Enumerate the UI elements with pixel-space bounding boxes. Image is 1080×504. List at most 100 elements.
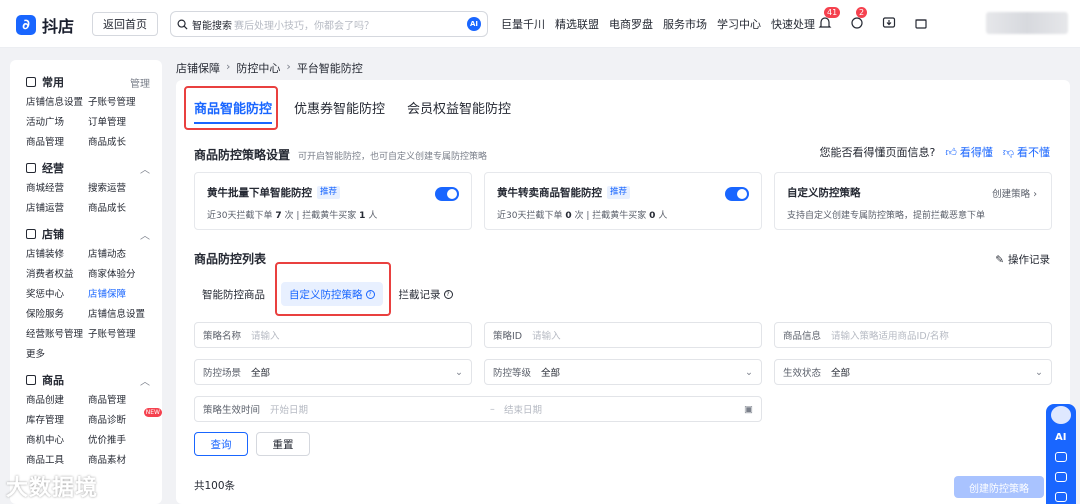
home-button[interactable]: 返回首页: [92, 12, 158, 36]
sidebar-item[interactable]: 奖惩中心: [26, 288, 88, 302]
desc-label: 拦截黄牛买家: [592, 211, 647, 221]
sidebar-item[interactable]: 店铺运营: [26, 202, 88, 216]
subtab-intercept-records[interactable]: 拦截记录?: [391, 282, 461, 306]
field-placeholder: 请输入: [251, 331, 280, 342]
operation-log-button[interactable]: ✎ 操作记录: [995, 252, 1050, 267]
subtab-smart-goods[interactable]: 智能防控商品: [194, 282, 273, 306]
ai-robot-avatar[interactable]: [1049, 404, 1073, 426]
desc-label: 近30天拦截下单: [207, 211, 273, 221]
sidebar-item[interactable]: 商家体验分: [88, 268, 150, 282]
breadcrumb-current: 平台智能防控: [296, 62, 363, 75]
sidebar-item[interactable]: 商品工具: [26, 454, 88, 468]
sidebar-item[interactable]: 商品创建: [26, 394, 88, 408]
card-title: 黄牛批量下单智能防控: [207, 187, 312, 199]
sidebar-item[interactable]: 店铺装修: [26, 248, 88, 262]
chevron-up-icon[interactable]: ︿: [140, 227, 150, 242]
bell-icon[interactable]: 41: [816, 7, 841, 32]
download-icon[interactable]: [880, 14, 898, 32]
sidebar-item[interactable]: 商城经营: [26, 182, 88, 196]
sidebar-item[interactable]: 店铺信息设置: [26, 96, 88, 110]
reset-button[interactable]: 重置: [256, 432, 310, 456]
sidebar-item[interactable]: 商品成长: [88, 202, 150, 216]
nav-compass[interactable]: 电商罗盘: [609, 16, 653, 32]
strategy-id-input[interactable]: 策略ID 请输入: [484, 322, 762, 348]
subtab-label: 拦截记录: [398, 288, 441, 301]
card-desc: 近30天拦截下单 7 次 | 拦截黄牛买家 1 人: [207, 208, 459, 221]
sidebar-item[interactable]: 子账号管理: [88, 96, 150, 110]
status-select[interactable]: 生效状态 全部 ⌄: [774, 359, 1052, 385]
desc-unit: 次: [284, 211, 294, 221]
tab-member-protection[interactable]: 会员权益智能防控: [407, 94, 511, 124]
ai-search-icon[interactable]: AI: [467, 17, 481, 31]
sidebar-item[interactable]: 商机中心: [26, 434, 88, 448]
feedback: 您能否看得懂页面信息? 👍︎ 看得懂 👎︎ 看不懂: [819, 144, 1050, 160]
section-title: 经营: [42, 162, 64, 175]
sidebar-item[interactable]: 活动广场: [26, 116, 88, 130]
sidebar-item[interactable]: 保险服务: [26, 308, 88, 322]
field-label: 防控场景: [203, 368, 242, 379]
sidebar-item[interactable]: 商品成长: [88, 136, 150, 150]
desc-unit: 次: [574, 211, 584, 221]
edit-icon: ✎: [995, 253, 1004, 266]
nav-alliance[interactable]: 精选联盟: [555, 16, 599, 32]
sidebar-item[interactable]: 商品素材: [88, 454, 150, 468]
thumbs-down-icon: 👎︎: [1002, 145, 1014, 159]
sidebar-item[interactable]: 消费者权益: [26, 268, 88, 282]
sidebar-item[interactable]: 优价推手: [88, 434, 150, 448]
sidebar-item[interactable]: 商品管理: [26, 136, 88, 150]
strategy-card-resale: 黄牛转卖商品智能防控 推荐 近30天拦截下单 0 次 | 拦截黄牛买家 0 人: [484, 172, 762, 230]
level-select[interactable]: 防控等级 全部 ⌄: [484, 359, 762, 385]
manage-link[interactable]: 管理: [130, 75, 150, 90]
create-strategy-link[interactable]: 创建策略 ›: [992, 186, 1037, 200]
breadcrumb: 店铺保障 › 防控中心 › 平台智能防控: [176, 60, 363, 76]
store-icon[interactable]: [912, 14, 930, 32]
nav-learning[interactable]: 学习中心: [717, 16, 761, 32]
sidebar: 常用 管理 店铺信息设置 子账号管理 活动广场 订单管理 商品管理 商品成长 经…: [10, 60, 162, 504]
strategy-title: 商品防控策略设置: [194, 148, 291, 162]
sidebar-item[interactable]: 店铺动态: [88, 248, 150, 262]
section-title: 常用: [42, 76, 64, 89]
nav-qianchuan[interactable]: 巨量千川: [501, 16, 545, 32]
batch-protection-toggle[interactable]: [435, 187, 459, 201]
nav-market[interactable]: 服务市场: [663, 16, 707, 32]
sidebar-item-more[interactable]: 更多: [26, 348, 88, 362]
create-strategy-button[interactable]: 创建防控策略: [954, 476, 1044, 498]
sidebar-item[interactable]: 子账号管理: [88, 328, 150, 342]
headset-icon[interactable]: [1055, 452, 1067, 462]
nav-quick[interactable]: 快速处理: [771, 16, 815, 32]
sidebar-item[interactable]: 商品诊断 NEW: [88, 408, 162, 428]
resale-protection-toggle[interactable]: [725, 187, 749, 201]
message-icon[interactable]: 2: [848, 7, 868, 32]
user-info-blurred[interactable]: [986, 12, 1068, 34]
chevron-down-icon: ⌄: [1035, 366, 1043, 378]
sidebar-item[interactable]: 订单管理: [88, 116, 150, 130]
scene-select[interactable]: 防控场景 全部 ⌄: [194, 359, 472, 385]
sidebar-item[interactable]: 店铺信息设置: [88, 308, 150, 322]
sidebar-item[interactable]: 库存管理: [26, 414, 88, 428]
thumbs-up-button[interactable]: 👍︎ 看得懂: [945, 144, 993, 160]
query-button[interactable]: 查询: [194, 432, 248, 456]
effective-time-range[interactable]: 策略生效时间 开始日期 – 结束日期 ▣: [194, 396, 762, 422]
search-input[interactable]: 智能搜索 赛后处理小技巧，你都会了吗？ AI: [170, 11, 488, 37]
thumbs-down-button[interactable]: 👎︎ 看不懂: [1003, 144, 1050, 160]
feedback-question: 您能否看得懂页面信息?: [819, 146, 936, 159]
logo[interactable]: ∂ 抖店: [16, 13, 74, 37]
folder-icon: [26, 77, 36, 87]
chat-icon[interactable]: [1055, 472, 1067, 482]
shield-icon[interactable]: [1055, 492, 1067, 502]
breadcrumb-item[interactable]: 店铺保障: [176, 60, 220, 76]
bell-badge: 41: [824, 7, 841, 18]
goods-info-input[interactable]: 商品信息 请输入策略适用商品ID/名称: [774, 322, 1052, 348]
field-label: 商品信息: [783, 331, 822, 342]
strategy-name-input[interactable]: 策略名称 请输入: [194, 322, 472, 348]
sidebar-item[interactable]: 搜索运营: [88, 182, 150, 196]
sidebar-item[interactable]: 商品管理: [88, 394, 150, 408]
sidebar-item-active[interactable]: 店铺保障: [88, 288, 150, 302]
list-title-wrap: 商品防控列表: [194, 250, 266, 267]
chevron-up-icon[interactable]: ︿: [140, 161, 150, 176]
breadcrumb-item[interactable]: 防控中心: [236, 60, 280, 76]
sidebar-item[interactable]: 经营账号管理: [26, 328, 88, 342]
chevron-up-icon[interactable]: ︿: [140, 373, 150, 388]
tab-coupon-protection[interactable]: 优惠券智能防控: [294, 94, 385, 124]
field-value: 全部: [251, 368, 271, 379]
